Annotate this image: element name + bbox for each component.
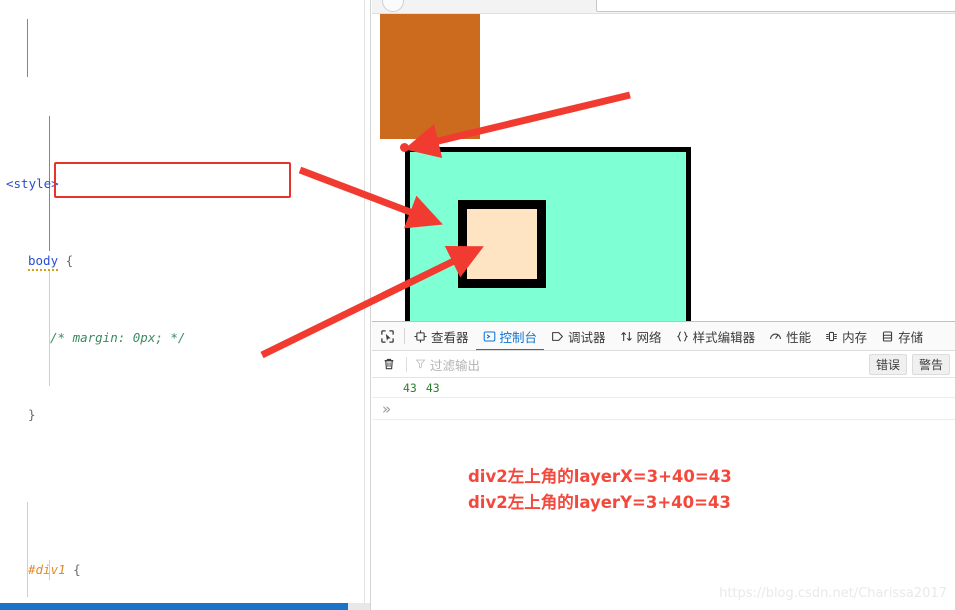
tab-memory[interactable]: 内存	[818, 322, 874, 350]
code-line: <style>	[0, 174, 370, 193]
style-open-tag: <style>	[6, 175, 59, 191]
page-viewport[interactable]	[372, 14, 955, 321]
devtools-filter-bar: 过滤输出 错误 警告	[372, 351, 955, 378]
console-icon	[483, 330, 496, 343]
warnings-filter-button[interactable]: 警告	[911, 353, 950, 375]
layer-origin-marker-dot	[400, 143, 409, 152]
tab-storage-label: 存储	[898, 329, 924, 345]
rendered-div2	[458, 200, 546, 288]
code-line: }	[28, 407, 36, 423]
reload-button[interactable]	[382, 0, 404, 12]
margin-comment: /* margin: 0px; */	[50, 330, 186, 346]
performance-icon	[769, 330, 782, 343]
screenshot-root: <style> body { /* margin: 0px; */ } #div…	[0, 0, 955, 610]
filter-input[interactable]: 过滤输出	[415, 355, 869, 374]
console-value-layery: 43	[425, 380, 440, 395]
tab-style-editor-label: 样式编辑器	[692, 329, 756, 345]
devtools-panel: 查看器 控制台 调试器 网络 样式编辑器 性能 内存 存储 过滤输出 错误 警告…	[372, 321, 955, 610]
rendered-div3	[380, 14, 480, 139]
memory-icon	[825, 330, 838, 343]
scrollbar-thumb[interactable]	[0, 603, 348, 610]
errors-filter-button[interactable]: 错误	[868, 353, 907, 375]
tab-storage[interactable]: 存储	[874, 322, 930, 350]
element-picker-icon[interactable]	[372, 322, 402, 350]
indent-guide	[27, 19, 28, 77]
tab-inspector[interactable]: 查看器	[407, 322, 476, 350]
url-bar[interactable]	[596, 0, 955, 12]
watermark: https://blog.csdn.net/Charissa2017	[719, 586, 947, 601]
code-line: body {	[0, 251, 370, 271]
filter-placeholder: 过滤输出	[430, 357, 481, 373]
style-editor-icon	[676, 330, 689, 343]
inspector-icon	[414, 329, 427, 343]
rendered-div1	[405, 147, 691, 321]
console-value-layerx: 43	[403, 380, 417, 395]
console-output-row[interactable]: 43 43	[372, 378, 955, 398]
browser-pane: 当div2的父级有定位属性时，div2的 layerX和layerY就是相对于父…	[372, 0, 955, 610]
indent-guide	[27, 502, 28, 597]
browser-chrome-strip	[372, 0, 955, 14]
tab-debugger[interactable]: 调试器	[544, 322, 613, 350]
toolbar-divider	[404, 328, 405, 344]
code-editor-pane[interactable]: <style> body { /* margin: 0px; */ } #div…	[0, 0, 371, 610]
tab-memory-label: 内存	[842, 329, 868, 345]
div1-selector: #div1	[28, 561, 66, 577]
storage-icon	[881, 330, 894, 343]
editor-vertical-scrollbar[interactable]	[364, 0, 370, 603]
code-line: /* margin: 0px; */	[0, 328, 370, 347]
tab-performance-label: 性能	[786, 329, 812, 345]
tab-network-label: 网络	[636, 329, 662, 345]
tab-console-label: 控制台	[499, 329, 538, 345]
tab-debugger-label: 调试器	[568, 329, 606, 345]
tab-console[interactable]: 控制台	[476, 322, 545, 350]
toolbar-divider	[406, 356, 407, 372]
code-line: #div1 {	[28, 561, 81, 577]
annotation-bottom-line2: div2左上角的layerY=3+40=43	[468, 493, 731, 512]
code-text[interactable]: <style> body { /* margin: 0px; */ } #div…	[0, 0, 370, 600]
annotation-bottom-line1: div2左上角的layerX=3+40=43	[468, 467, 732, 486]
editor-horizontal-scrollbar[interactable]	[0, 603, 370, 610]
tab-style-editor[interactable]: 样式编辑器	[669, 322, 763, 350]
tab-inspector-label: 查看器	[431, 329, 469, 345]
funnel-icon	[415, 357, 426, 372]
tab-performance[interactable]: 性能	[762, 322, 818, 350]
trash-icon[interactable]	[372, 357, 406, 371]
annotation-bottom-text: div2左上角的layerX=3+40=43 div2左上角的layerY=3+…	[468, 464, 732, 516]
tab-network[interactable]: 网络	[613, 322, 669, 350]
body-selector: body	[28, 252, 59, 271]
devtools-tabbar: 查看器 控制台 调试器 网络 样式编辑器 性能 内存 存储	[372, 322, 955, 351]
network-icon	[620, 330, 633, 343]
console-input-prompt[interactable]: »	[372, 398, 955, 420]
chevron-right-icon: »	[382, 399, 392, 418]
console-output-area[interactable]: 43 43 » div2左上角的layerX=3+40=43 div2左上角的l…	[372, 378, 955, 610]
debugger-icon	[551, 330, 564, 343]
